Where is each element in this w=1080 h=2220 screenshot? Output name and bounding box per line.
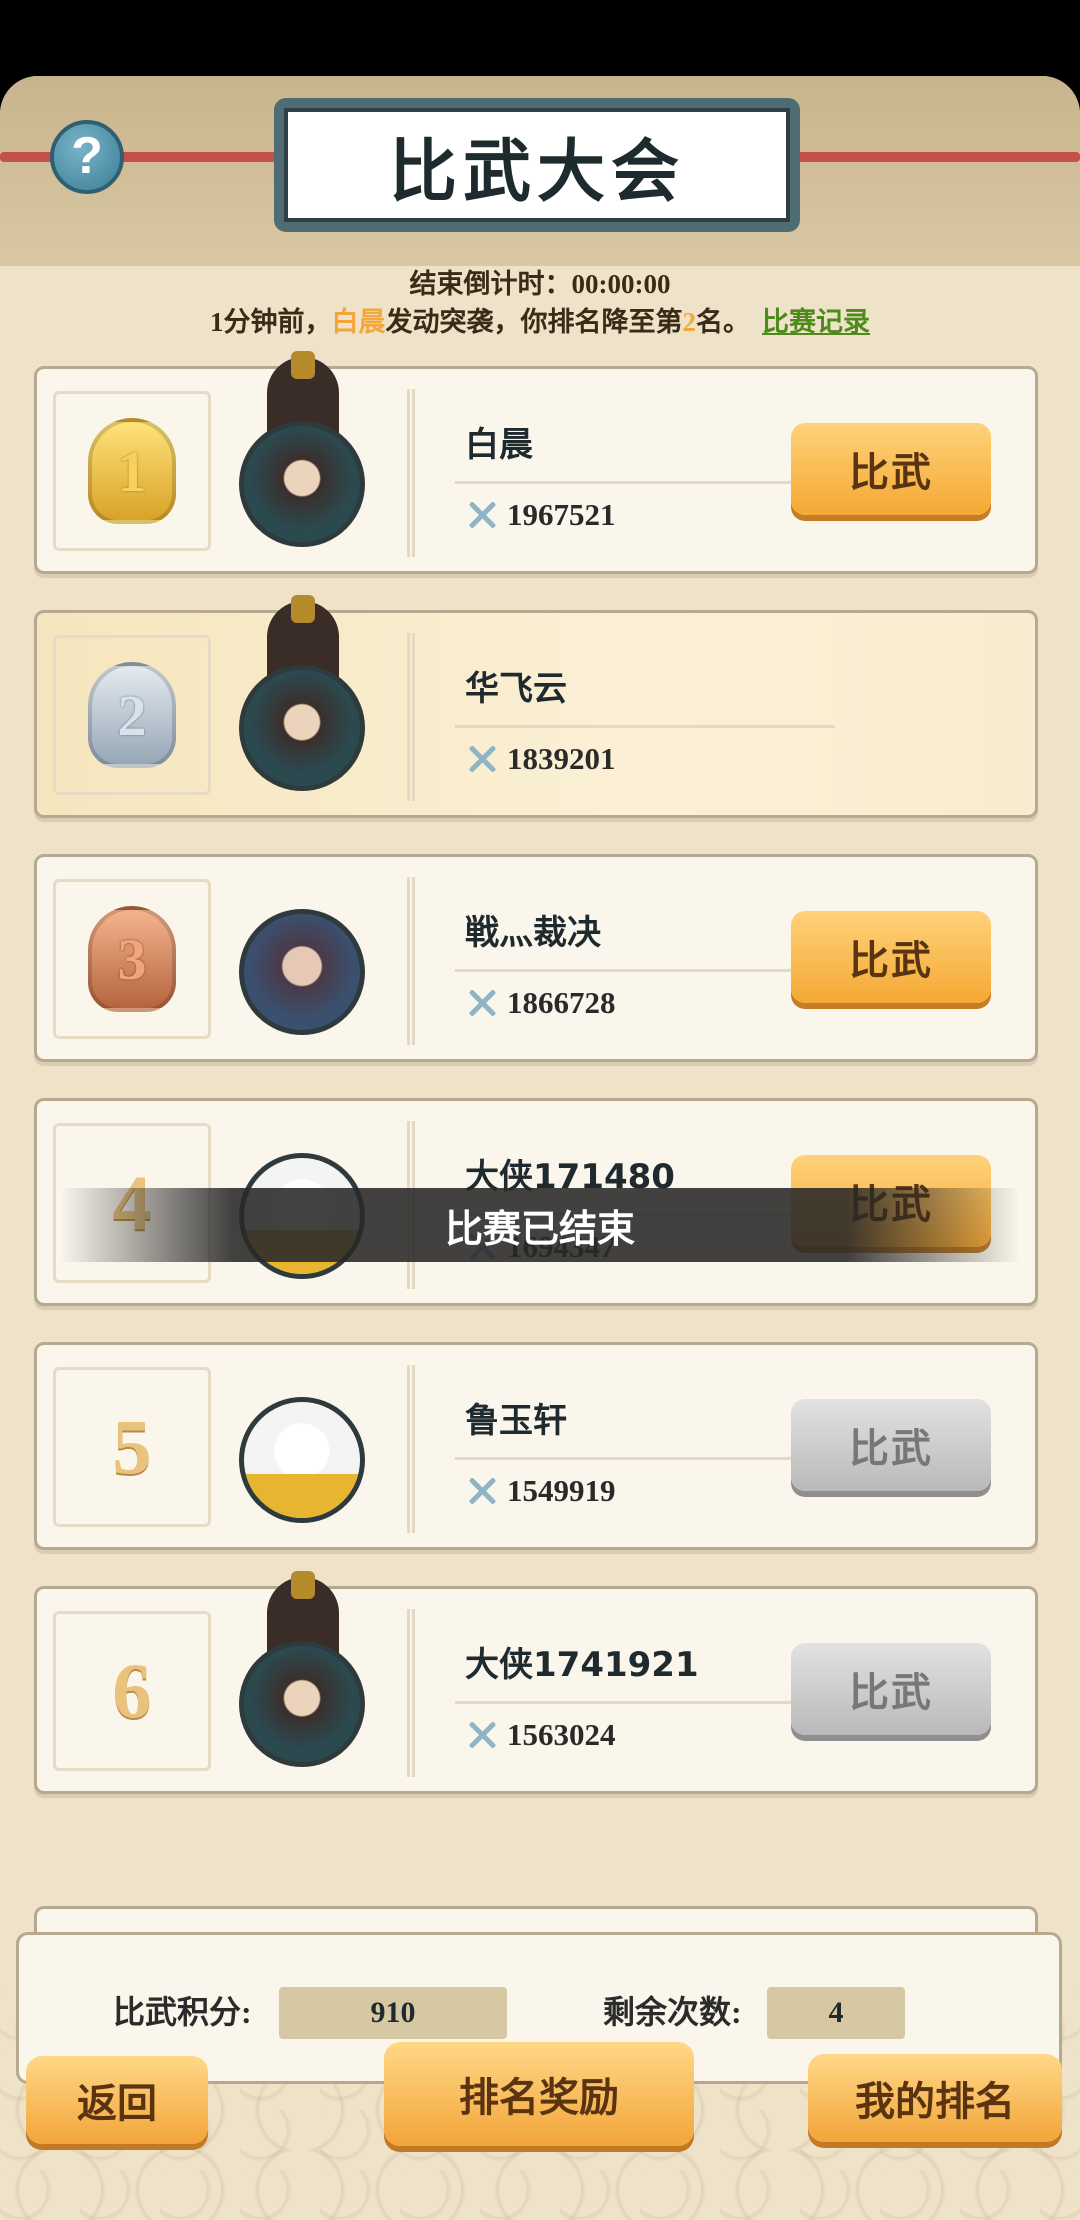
player-name: 白晨 bbox=[465, 425, 533, 465]
ranking-row: 1 白晨 1967521 比武 bbox=[34, 351, 1038, 574]
power-display: 1967521 bbox=[465, 497, 616, 533]
power-value: 1866728 bbox=[507, 985, 616, 1020]
rank-box: 1 bbox=[53, 391, 211, 551]
countdown-label: 结束倒计时： bbox=[409, 269, 572, 299]
ranking-row: 3 戦灬裁决 1866728 比武 bbox=[34, 854, 1038, 1062]
fight-button[interactable]: 比武 bbox=[791, 423, 991, 515]
crossed-swords-icon bbox=[465, 1718, 499, 1752]
divider bbox=[455, 481, 835, 484]
notice-line: 1分钟前，白晨发动突袭，你排名降至第2名。 比赛记录 bbox=[0, 300, 1080, 339]
crossed-swords-icon bbox=[465, 986, 499, 1020]
power-display: 1549919 bbox=[465, 1473, 616, 1509]
countdown-value: 00:00:00 bbox=[571, 269, 671, 299]
rank-box: 3 bbox=[53, 879, 211, 1039]
player-info: 华飞云 1839201 bbox=[407, 633, 1017, 801]
power-value: 1967521 bbox=[507, 497, 616, 532]
silver-medal-icon: 2 bbox=[88, 662, 176, 768]
fight-button-disabled[interactable]: 比武 bbox=[791, 1399, 991, 1491]
player-name: 戦灬裁决 bbox=[465, 913, 601, 953]
avatar bbox=[239, 909, 365, 1035]
power-display: 1839201 bbox=[465, 741, 616, 777]
panda-avatar bbox=[239, 1397, 365, 1523]
ranking-rewards-button[interactable]: 排名奖励 bbox=[384, 2042, 694, 2146]
ranking-row-self: 2 华飞云 1839201 bbox=[34, 595, 1038, 818]
player-name: 鲁玉轩 bbox=[465, 1401, 567, 1441]
ranking-row: 5 鲁玉轩 1549919 比武 bbox=[34, 1342, 1038, 1550]
notice-middle: 发动突袭，你排名降至第 bbox=[385, 307, 683, 337]
countdown: 结束倒计时：00:00:00 bbox=[0, 262, 1080, 301]
rope-decoration-right bbox=[790, 152, 1080, 162]
gold-medal-icon: 1 bbox=[88, 418, 176, 524]
remaining-value: 4 bbox=[767, 1987, 905, 2039]
points-value: 910 bbox=[279, 1987, 507, 2039]
power-value: 1839201 bbox=[507, 741, 616, 776]
divider bbox=[455, 725, 835, 728]
crossed-swords-icon bbox=[465, 742, 499, 776]
power-display: 1866728 bbox=[465, 985, 616, 1021]
notice-suffix: 名。 bbox=[696, 307, 750, 337]
crossed-swords-icon bbox=[465, 498, 499, 532]
rank-box: 6 bbox=[53, 1611, 211, 1771]
rank-number: 5 bbox=[112, 1403, 152, 1490]
avatar bbox=[239, 421, 365, 547]
power-value: 1549919 bbox=[507, 1473, 616, 1508]
power-display: 1563024 bbox=[465, 1717, 616, 1753]
rope-decoration-left bbox=[0, 152, 290, 162]
avatar bbox=[239, 1641, 365, 1767]
power-value: 1563024 bbox=[507, 1717, 616, 1752]
match-ended-toast: 比赛已结束 bbox=[60, 1188, 1020, 1262]
rank-box: 5 bbox=[53, 1367, 211, 1527]
help-icon[interactable]: ? bbox=[50, 120, 124, 194]
rank-number: 6 bbox=[112, 1647, 152, 1734]
divider bbox=[455, 1457, 835, 1460]
game-screen: ? 比武大会 结束倒计时：00:00:00 1分钟前，白晨发动突袭，你排名降至第… bbox=[0, 76, 1080, 2220]
match-record-link[interactable]: 比赛记录 bbox=[762, 307, 870, 337]
fight-button[interactable]: 比武 bbox=[791, 911, 991, 1003]
back-button[interactable]: 返回 bbox=[26, 2056, 208, 2144]
notice-rank: 2 bbox=[682, 307, 697, 337]
title-plate: 比武大会 bbox=[274, 98, 800, 232]
notice-attacker: 白晨 bbox=[331, 307, 386, 337]
divider bbox=[455, 969, 835, 972]
fight-button-disabled[interactable]: 比武 bbox=[791, 1643, 991, 1735]
my-ranking-button[interactable]: 我的排名 bbox=[808, 2054, 1062, 2142]
page-title: 比武大会 bbox=[284, 108, 790, 222]
remaining-label: 剩余次数: bbox=[603, 1994, 742, 2030]
notice-prefix: 1分钟前， bbox=[210, 307, 332, 337]
ranking-row: 6 大侠1741921 1563024 比武 bbox=[34, 1571, 1038, 1794]
bronze-medal-icon: 3 bbox=[88, 906, 176, 1012]
crossed-swords-icon bbox=[465, 1474, 499, 1508]
player-name: 大侠1741921 bbox=[465, 1645, 699, 1685]
points-label: 比武积分: bbox=[113, 1994, 252, 2030]
player-name: 华飞云 bbox=[465, 669, 567, 709]
avatar bbox=[239, 665, 365, 791]
rank-box: 2 bbox=[53, 635, 211, 795]
divider bbox=[455, 1701, 835, 1704]
